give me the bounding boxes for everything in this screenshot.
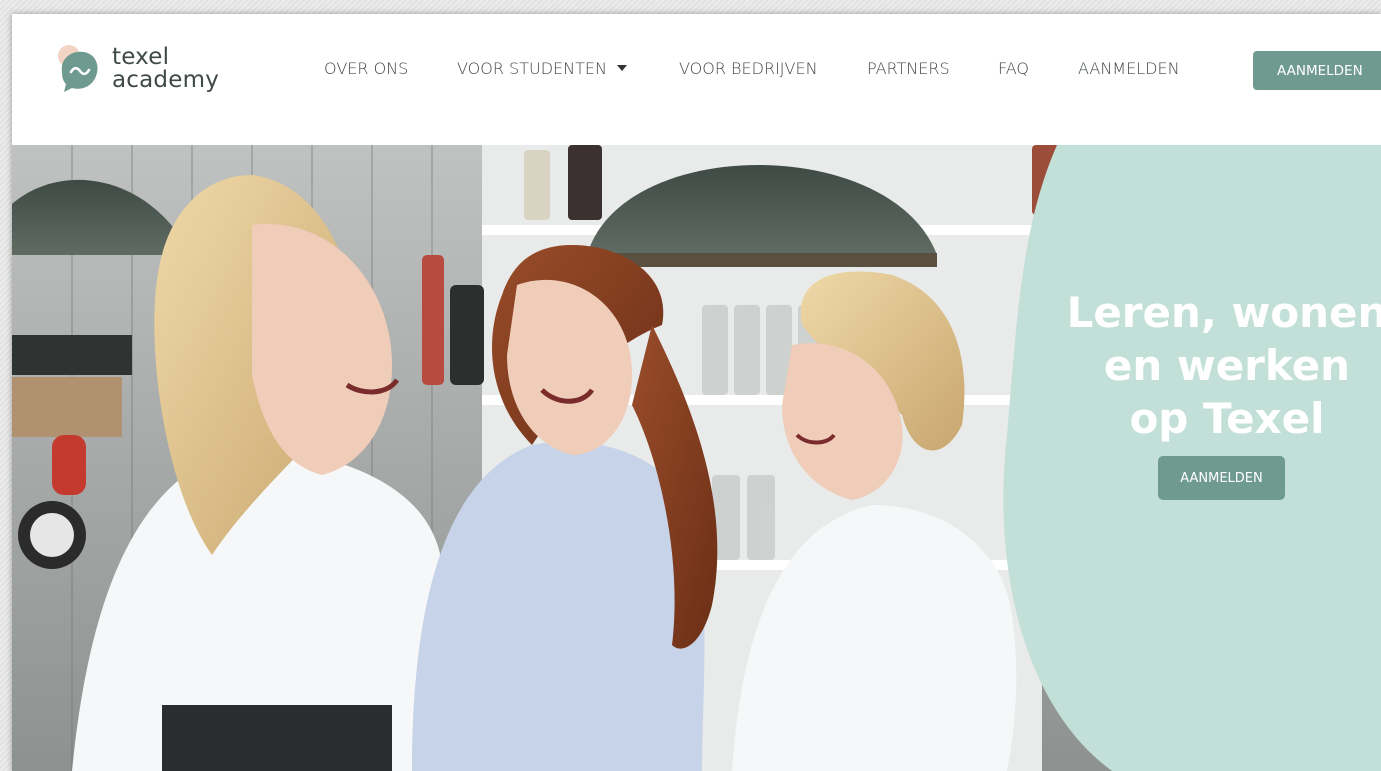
logo[interactable]: texel academy	[56, 42, 219, 96]
logo-line-2: academy	[112, 67, 220, 93]
nav-item-voor-studenten[interactable]: VOOR STUDENTEN	[457, 59, 627, 78]
nav-item-aanmelden[interactable]: AANMELDEN	[1078, 59, 1180, 78]
site-header: texel academy OVER ONS VOOR STUDENTEN VO…	[12, 14, 1381, 145]
nav-item-over-ons[interactable]: OVER ONS	[324, 59, 408, 78]
hero-title-line-1: Leren, wonen	[1066, 288, 1381, 337]
hero-title-line-2: en werken	[1103, 341, 1351, 390]
web-page: texel academy OVER ONS VOOR STUDENTEN VO…	[12, 14, 1381, 771]
nav-item-label: VOOR STUDENTEN	[457, 59, 607, 78]
caret-down-icon	[616, 65, 627, 71]
nav-item-partners[interactable]: PARTNERS	[867, 59, 950, 78]
logo-wordmark: texel academy	[112, 46, 219, 92]
header-aanmelden-button[interactable]: AANMELDEN	[1253, 51, 1381, 90]
hero-title-line-3: op Texel	[1129, 394, 1325, 443]
nav-item-voor-bedrijven[interactable]: VOOR BEDRIJVEN	[679, 59, 818, 78]
hero-section: Leren, wonen en werken op Texel AANMELDE…	[12, 145, 1381, 771]
nav-item-faq[interactable]: FAQ	[998, 59, 1029, 78]
hero-aanmelden-button[interactable]: AANMELDEN	[1158, 456, 1285, 500]
logo-line-1: texel	[112, 44, 170, 70]
hero-title: Leren, wonen en werken op Texel	[1057, 286, 1381, 445]
wave-bubble-icon	[56, 42, 102, 96]
